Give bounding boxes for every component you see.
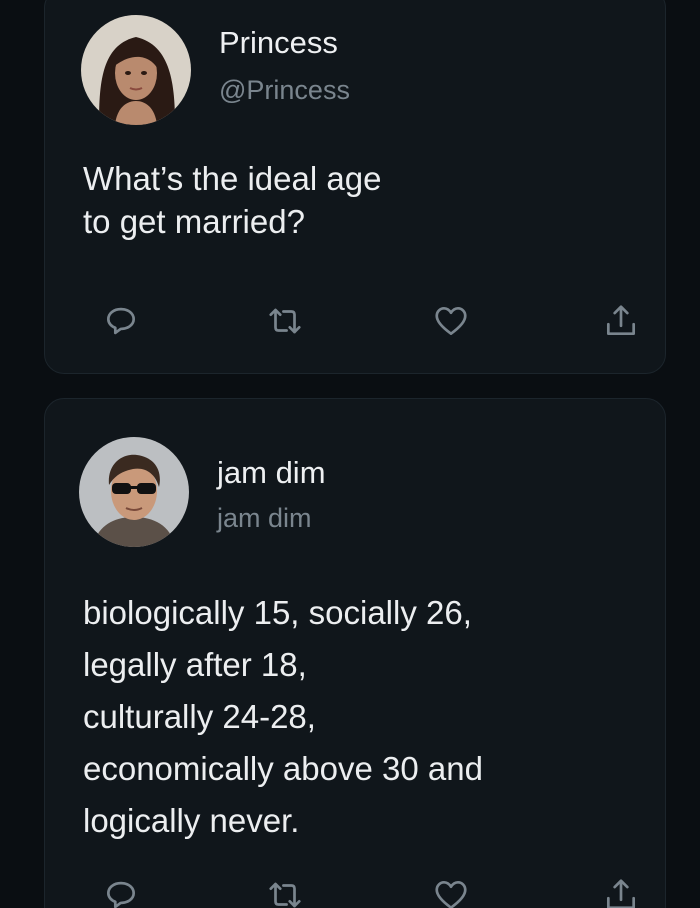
- user-handle[interactable]: jam dim: [217, 503, 312, 534]
- avatar[interactable]: [79, 437, 189, 547]
- reply-button[interactable]: [99, 299, 143, 343]
- tweet-actions: [83, 873, 643, 908]
- display-name[interactable]: Princess: [219, 25, 338, 61]
- display-name[interactable]: jam dim: [217, 455, 326, 491]
- reply-icon: [106, 307, 136, 335]
- retweet-icon: [269, 308, 301, 334]
- tweet-card-jam-dim[interactable]: jam dim jam dim biologically 15, sociall…: [44, 398, 666, 908]
- like-button[interactable]: [429, 299, 473, 343]
- share-button[interactable]: [599, 299, 643, 343]
- user-handle[interactable]: @Princess: [219, 75, 350, 106]
- tweet-text: What’s the ideal age to get married?: [83, 160, 382, 240]
- man-sunglasses-avatar-icon: [79, 437, 189, 547]
- share-button[interactable]: [599, 873, 643, 908]
- share-icon: [606, 305, 636, 336]
- like-icon: [435, 880, 467, 908]
- avatar[interactable]: [81, 15, 191, 125]
- like-icon: [435, 306, 467, 336]
- retweet-button[interactable]: [263, 299, 307, 343]
- tweet-actions: [83, 299, 643, 343]
- retweet-button[interactable]: [263, 873, 307, 908]
- reply-button[interactable]: [99, 873, 143, 908]
- reply-icon: [106, 881, 136, 908]
- share-icon: [606, 879, 636, 908]
- woman-avatar-icon: [81, 15, 191, 125]
- like-button[interactable]: [429, 873, 473, 908]
- tweet-card-princess[interactable]: Princess @Princess What’s the ideal age …: [44, 0, 666, 374]
- tweet-text: biologically 15, socially 26, legally af…: [83, 594, 483, 839]
- retweet-icon: [269, 882, 301, 908]
